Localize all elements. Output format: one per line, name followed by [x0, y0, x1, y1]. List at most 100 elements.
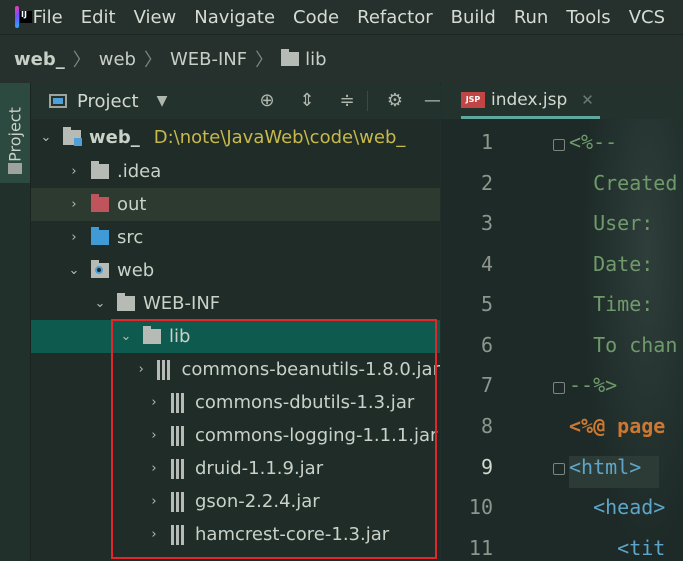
source-folder-icon: [91, 227, 109, 245]
expand-all-icon[interactable]: ⇕: [297, 91, 317, 111]
code-line[interactable]: <html>: [569, 455, 641, 479]
project-path: D:\note\JavaWeb\code\web_: [153, 127, 406, 148]
project-tool-window-button[interactable]: Project: [0, 83, 30, 183]
jar-icon: [171, 458, 185, 479]
fold-marker-icon[interactable]: [553, 139, 565, 151]
minimize-icon[interactable]: —: [423, 91, 440, 111]
line-number: 11: [468, 536, 493, 560]
tree-node-label: lib: [169, 326, 191, 347]
line-number: 5: [480, 292, 493, 316]
chevron-right-icon[interactable]: ›: [67, 230, 81, 245]
menu-tools[interactable]: Tools: [566, 7, 610, 28]
menu-vcs[interactable]: VCS: [629, 7, 665, 28]
tree-node-label: src: [117, 227, 144, 248]
collapse-all-icon[interactable]: ≑: [337, 91, 357, 111]
menu-edit[interactable]: Edit: [81, 7, 116, 28]
folder-icon: [8, 163, 22, 174]
code-line[interactable]: Created: [569, 171, 677, 195]
tree-node-jar[interactable]: › druid-1.1.9.jar: [31, 452, 440, 485]
tree-node-label: .idea: [117, 161, 162, 182]
tree-node-label: gson-2.2.4.jar: [195, 491, 320, 512]
line-number: 7: [480, 373, 493, 397]
chevron-right-icon[interactable]: ›: [147, 395, 161, 410]
breadcrumb-item-web-project[interactable]: web_: [14, 49, 65, 70]
menu-build[interactable]: Build: [451, 7, 496, 28]
code-line[interactable]: To chan: [569, 333, 677, 357]
jar-icon: [171, 425, 185, 446]
tree-node-jar[interactable]: › commons-dbutils-1.3.jar: [31, 386, 440, 419]
code-line[interactable]: <head>: [569, 495, 665, 519]
menu-view[interactable]: View: [134, 7, 177, 28]
project-view-selector[interactable]: Project: [77, 91, 139, 112]
line-number: 6: [480, 333, 493, 357]
chevron-right-icon[interactable]: ›: [147, 494, 161, 509]
excluded-folder-icon: [91, 194, 109, 212]
code-line[interactable]: --%>: [569, 373, 617, 397]
chevron-right-icon[interactable]: ›: [147, 461, 161, 476]
code-line[interactable]: Date:: [569, 252, 665, 276]
fold-marker-icon[interactable]: [553, 463, 565, 475]
menu-navigate[interactable]: Navigate: [194, 7, 275, 28]
breadcrumb-item-web-inf[interactable]: WEB-INF: [170, 49, 247, 70]
chevron-right-icon[interactable]: ›: [135, 362, 148, 377]
line-number: 10: [468, 495, 493, 519]
code-line[interactable]: <%@ page: [569, 414, 665, 438]
line-number: 2: [480, 171, 493, 195]
web-folder-icon: [91, 260, 109, 278]
tree-node-jar[interactable]: › hamcrest-core-1.3.jar: [31, 518, 440, 551]
breadcrumb: web_ 〉 web 〉 WEB-INF 〉 lib: [0, 34, 683, 84]
menu-refactor[interactable]: Refactor: [357, 7, 433, 28]
line-number: 3: [480, 211, 493, 235]
tree-node-web[interactable]: ⌄ web: [31, 254, 440, 287]
tree-node-lib[interactable]: ⌄ lib: [31, 320, 440, 353]
chevron-right-icon: 〉: [143, 50, 162, 71]
code-line[interactable]: <%--: [569, 130, 617, 154]
dropdown-arrow-icon[interactable]: ▼: [157, 93, 168, 109]
menu-file[interactable]: File: [33, 7, 63, 28]
tree-node-label: commons-beanutils-1.8.0.jar: [181, 359, 440, 380]
tree-node-label: druid-1.1.9.jar: [195, 458, 324, 479]
line-number: 8: [480, 414, 493, 438]
jsp-file-icon: JSP: [461, 91, 485, 108]
tree-node-jar[interactable]: › commons-logging-1.1.1.jar: [31, 419, 440, 452]
module-folder-icon: [63, 127, 82, 146]
chevron-down-icon[interactable]: ⌄: [93, 296, 107, 311]
folder-icon: [281, 49, 300, 66]
menu-code[interactable]: Code: [293, 7, 339, 28]
tree-node-web-project[interactable]: ⌄ web_ D:\note\JavaWeb\code\web_: [31, 121, 440, 154]
tree-node-jar[interactable]: › commons-beanutils-1.8.0.jar: [31, 353, 440, 386]
breadcrumb-item-lib[interactable]: lib: [281, 48, 327, 70]
code-line[interactable]: <tit: [569, 536, 665, 560]
locate-icon[interactable]: ⊕: [257, 91, 277, 111]
tree-node-idea[interactable]: › .idea: [31, 155, 440, 188]
breadcrumb-item-web[interactable]: web: [99, 49, 136, 70]
tree-node-label: WEB-INF: [143, 293, 221, 314]
chevron-down-icon[interactable]: ⌄: [39, 130, 53, 145]
chevron-right-icon[interactable]: ›: [67, 197, 81, 212]
chevron-right-icon[interactable]: ›: [67, 164, 81, 179]
close-icon[interactable]: ✕: [581, 91, 594, 109]
tree-node-web-inf[interactable]: ⌄ WEB-INF: [31, 287, 440, 320]
tree-node-label: web_: [89, 127, 140, 148]
chevron-right-icon: 〉: [255, 50, 274, 71]
breadcrumb-item-lib-label: lib: [305, 48, 327, 70]
editor-tab-bar: JSP index.jsp ✕: [441, 83, 683, 119]
tree-node-jar[interactable]: › gson-2.2.4.jar: [31, 485, 440, 518]
menu-run[interactable]: Run: [514, 7, 549, 28]
chevron-down-icon[interactable]: ⌄: [119, 329, 133, 344]
jar-icon: [157, 359, 172, 380]
chevron-down-icon[interactable]: ⌄: [67, 263, 81, 278]
editor: JSP index.jsp ✕ 1 2 3 4 5 6 7 8 9 10 11 …: [441, 83, 683, 561]
jar-icon: [171, 491, 185, 512]
chevron-right-icon[interactable]: ›: [147, 527, 161, 542]
chevron-right-icon[interactable]: ›: [147, 428, 161, 443]
tree-node-src[interactable]: › src: [31, 221, 440, 254]
line-number: 4: [480, 252, 493, 276]
code-line[interactable]: Time:: [569, 292, 665, 316]
tree-node-out[interactable]: › out: [31, 188, 440, 221]
folder-icon: [91, 161, 109, 179]
code-line[interactable]: User:: [569, 211, 665, 235]
tab-index-jsp[interactable]: JSP index.jsp ✕: [461, 83, 600, 119]
gear-icon[interactable]: ⚙: [385, 91, 405, 111]
fold-marker-icon[interactable]: [553, 382, 565, 394]
